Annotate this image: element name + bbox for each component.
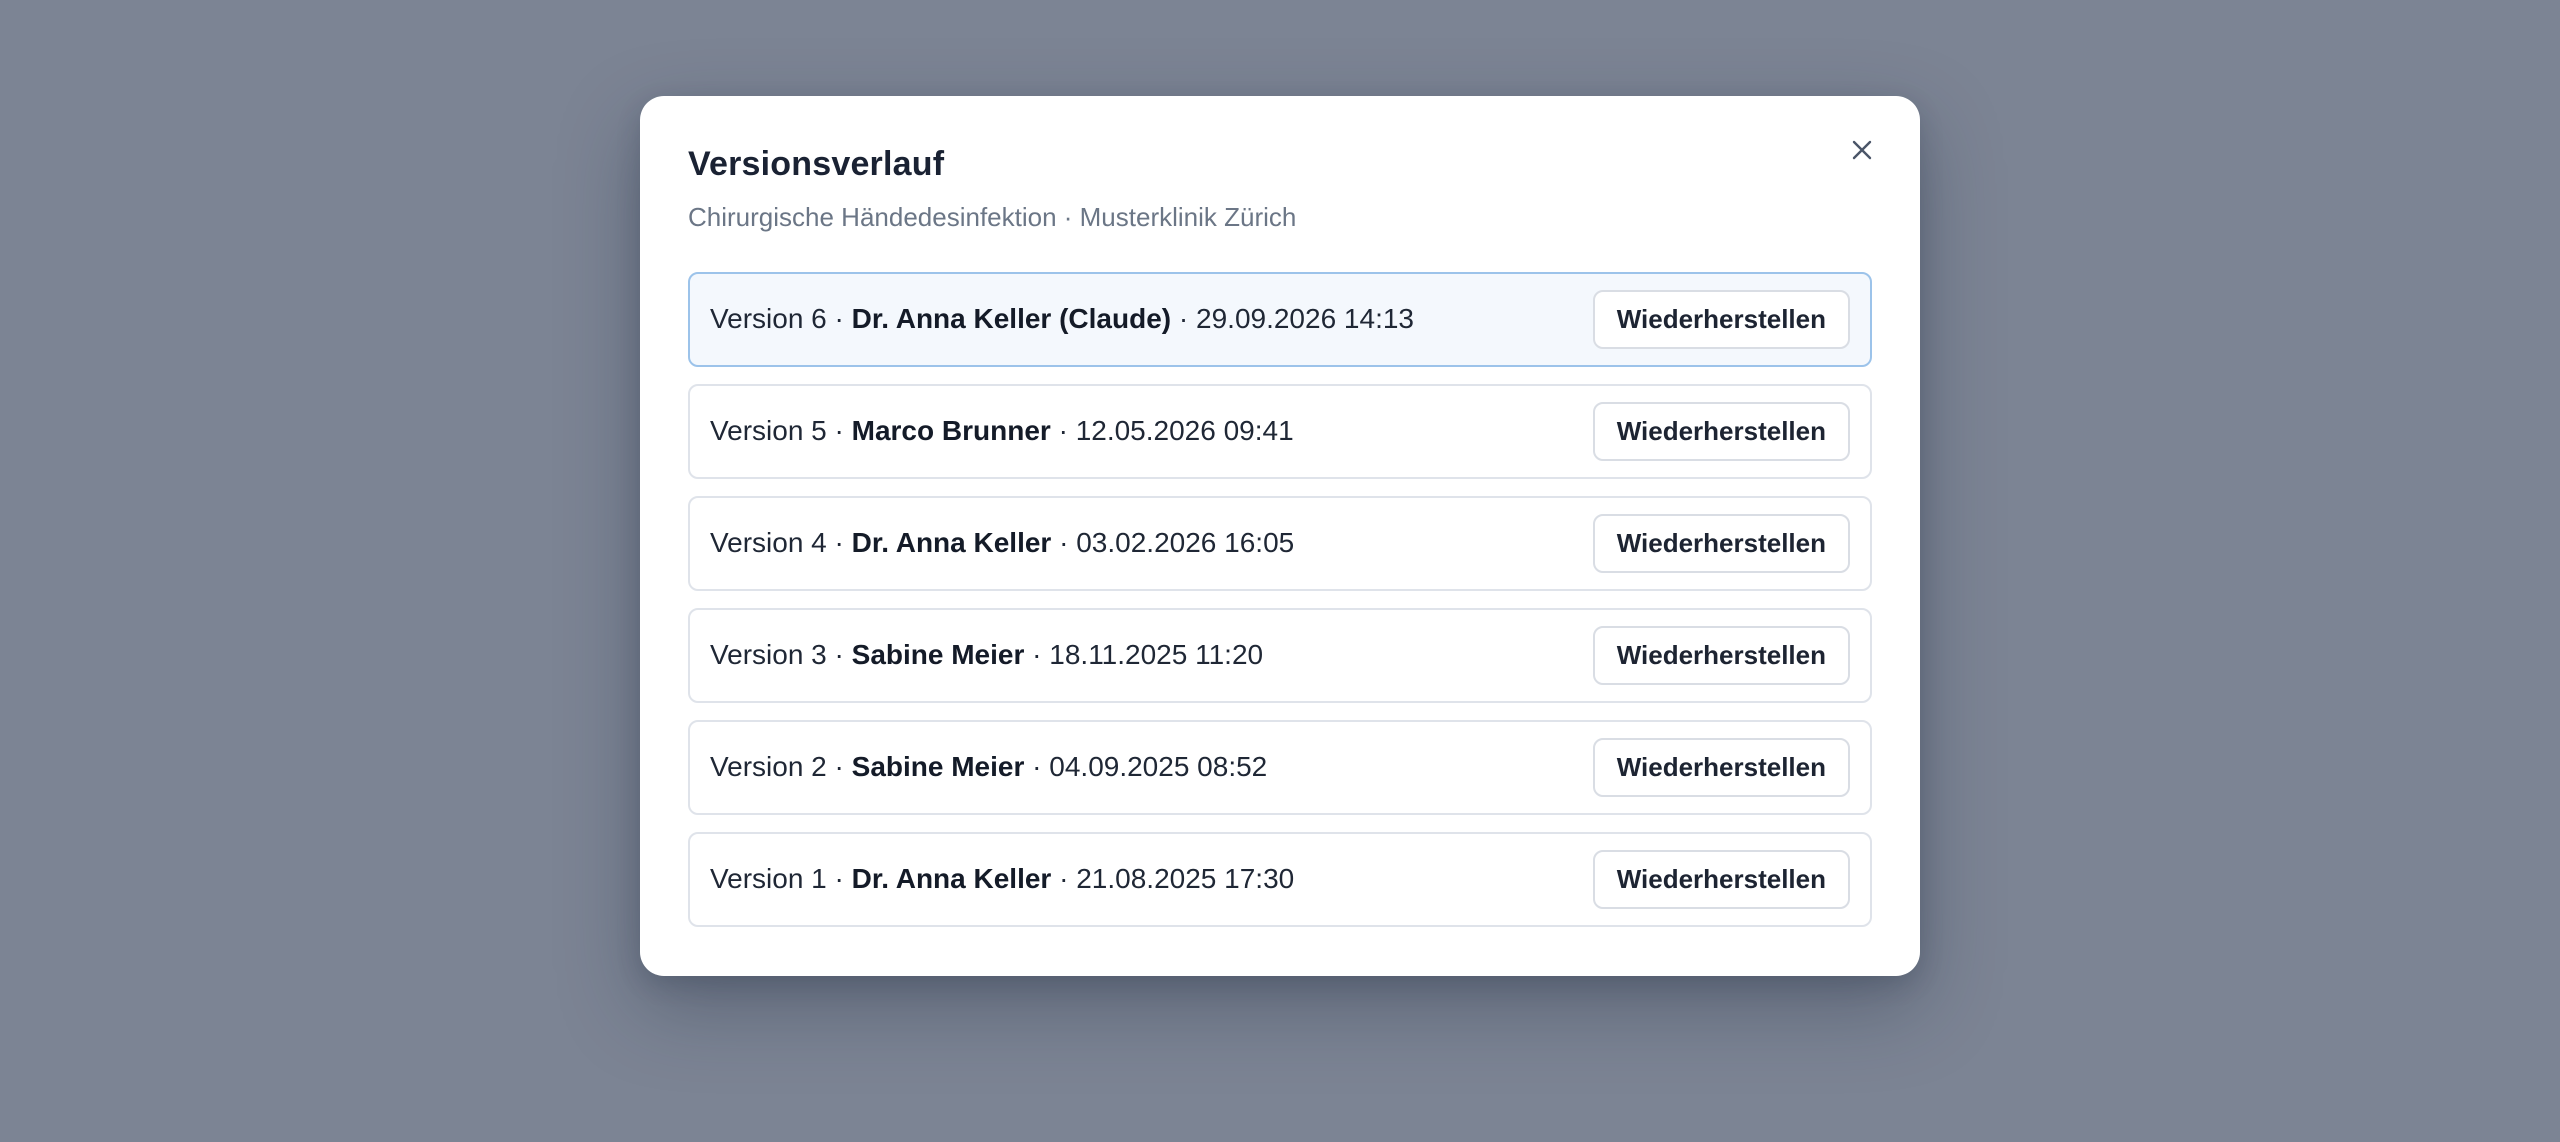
version-row-text: Version 6 · Dr. Anna Keller (Claude) · 2… bbox=[710, 303, 1414, 335]
version-row-4[interactable]: Version 4 · Dr. Anna Keller · 03.02.2026… bbox=[688, 495, 1872, 591]
version-label: Version 3 bbox=[710, 639, 827, 671]
separator: · bbox=[826, 863, 852, 895]
version-label: Version 4 bbox=[710, 527, 827, 559]
version-row-5[interactable]: Version 5 · Marco Brunner · 12.05.2026 0… bbox=[688, 383, 1872, 479]
separator: · bbox=[1024, 751, 1050, 783]
separator: · bbox=[1024, 639, 1050, 671]
restore-button[interactable]: Wiederherstellen bbox=[1592, 625, 1850, 685]
restore-button[interactable]: Wiederherstellen bbox=[1592, 401, 1850, 461]
version-label: Version 5 bbox=[710, 415, 827, 447]
close-icon bbox=[1852, 140, 1872, 160]
separator: · bbox=[826, 415, 852, 447]
version-row-text: Version 2 · Sabine Meier · 04.09.2025 08… bbox=[710, 751, 1267, 783]
separator: · bbox=[1051, 527, 1077, 559]
version-author: Dr. Anna Keller (Claude) bbox=[851, 303, 1172, 335]
separator: · bbox=[1171, 303, 1197, 335]
dialog-subtitle: Chirurgische Händedesinfektion · Musterk… bbox=[688, 202, 1297, 232]
version-row-text: Version 3 · Sabine Meier · 18.11.2025 11… bbox=[710, 639, 1263, 671]
restore-button[interactable]: Wiederherstellen bbox=[1592, 513, 1850, 573]
version-author: Dr. Anna Keller bbox=[851, 863, 1052, 895]
version-row-text: Version 5 · Marco Brunner · 12.05.2026 0… bbox=[710, 415, 1294, 447]
version-author: Marco Brunner bbox=[851, 415, 1051, 447]
version-row-6[interactable]: Version 6 · Dr. Anna Keller (Claude) · 2… bbox=[688, 271, 1872, 367]
version-label: Version 6 bbox=[710, 303, 827, 335]
version-row-2[interactable]: Version 2 · Sabine Meier · 04.09.2025 08… bbox=[688, 719, 1872, 815]
version-row-text: Version 1 · Dr. Anna Keller · 21.08.2025… bbox=[710, 863, 1294, 895]
separator: · bbox=[1051, 863, 1077, 895]
version-date: 21.08.2025 17:30 bbox=[1076, 863, 1295, 895]
restore-button[interactable]: Wiederherstellen bbox=[1592, 737, 1850, 797]
restore-button[interactable]: Wiederherstellen bbox=[1592, 849, 1850, 909]
version-author: Sabine Meier bbox=[851, 751, 1025, 783]
version-date: 04.09.2025 08:52 bbox=[1049, 751, 1268, 783]
dialog-title: Versionsverlauf bbox=[688, 145, 945, 183]
restore-button[interactable]: Wiederherstellen bbox=[1592, 289, 1850, 349]
separator: · bbox=[826, 527, 852, 559]
version-row-text: Version 4 · Dr. Anna Keller · 03.02.2026… bbox=[710, 527, 1294, 559]
version-row-1[interactable]: Version 1 · Dr. Anna Keller · 21.08.2025… bbox=[688, 831, 1872, 927]
version-label: Version 1 bbox=[710, 863, 827, 895]
version-author: Sabine Meier bbox=[851, 639, 1025, 671]
separator: · bbox=[826, 639, 852, 671]
version-history-dialog: Versionsverlauf Chirurgische Händedesinf… bbox=[640, 96, 1920, 976]
version-date: 18.11.2025 11:20 bbox=[1049, 639, 1264, 671]
version-author: Dr. Anna Keller bbox=[851, 527, 1052, 559]
separator: · bbox=[826, 751, 852, 783]
version-date: 29.09.2026 14:13 bbox=[1196, 303, 1414, 335]
version-date: 12.05.2026 09:41 bbox=[1075, 415, 1294, 447]
separator: · bbox=[826, 303, 852, 335]
version-label: Version 2 bbox=[710, 751, 827, 783]
version-list: Version 6 · Dr. Anna Keller (Claude) · 2… bbox=[688, 271, 1872, 927]
separator: · bbox=[1050, 415, 1076, 447]
close-button[interactable] bbox=[1842, 130, 1882, 170]
version-date: 03.02.2026 16:05 bbox=[1076, 527, 1295, 559]
version-row-3[interactable]: Version 3 · Sabine Meier · 18.11.2025 11… bbox=[688, 607, 1872, 703]
